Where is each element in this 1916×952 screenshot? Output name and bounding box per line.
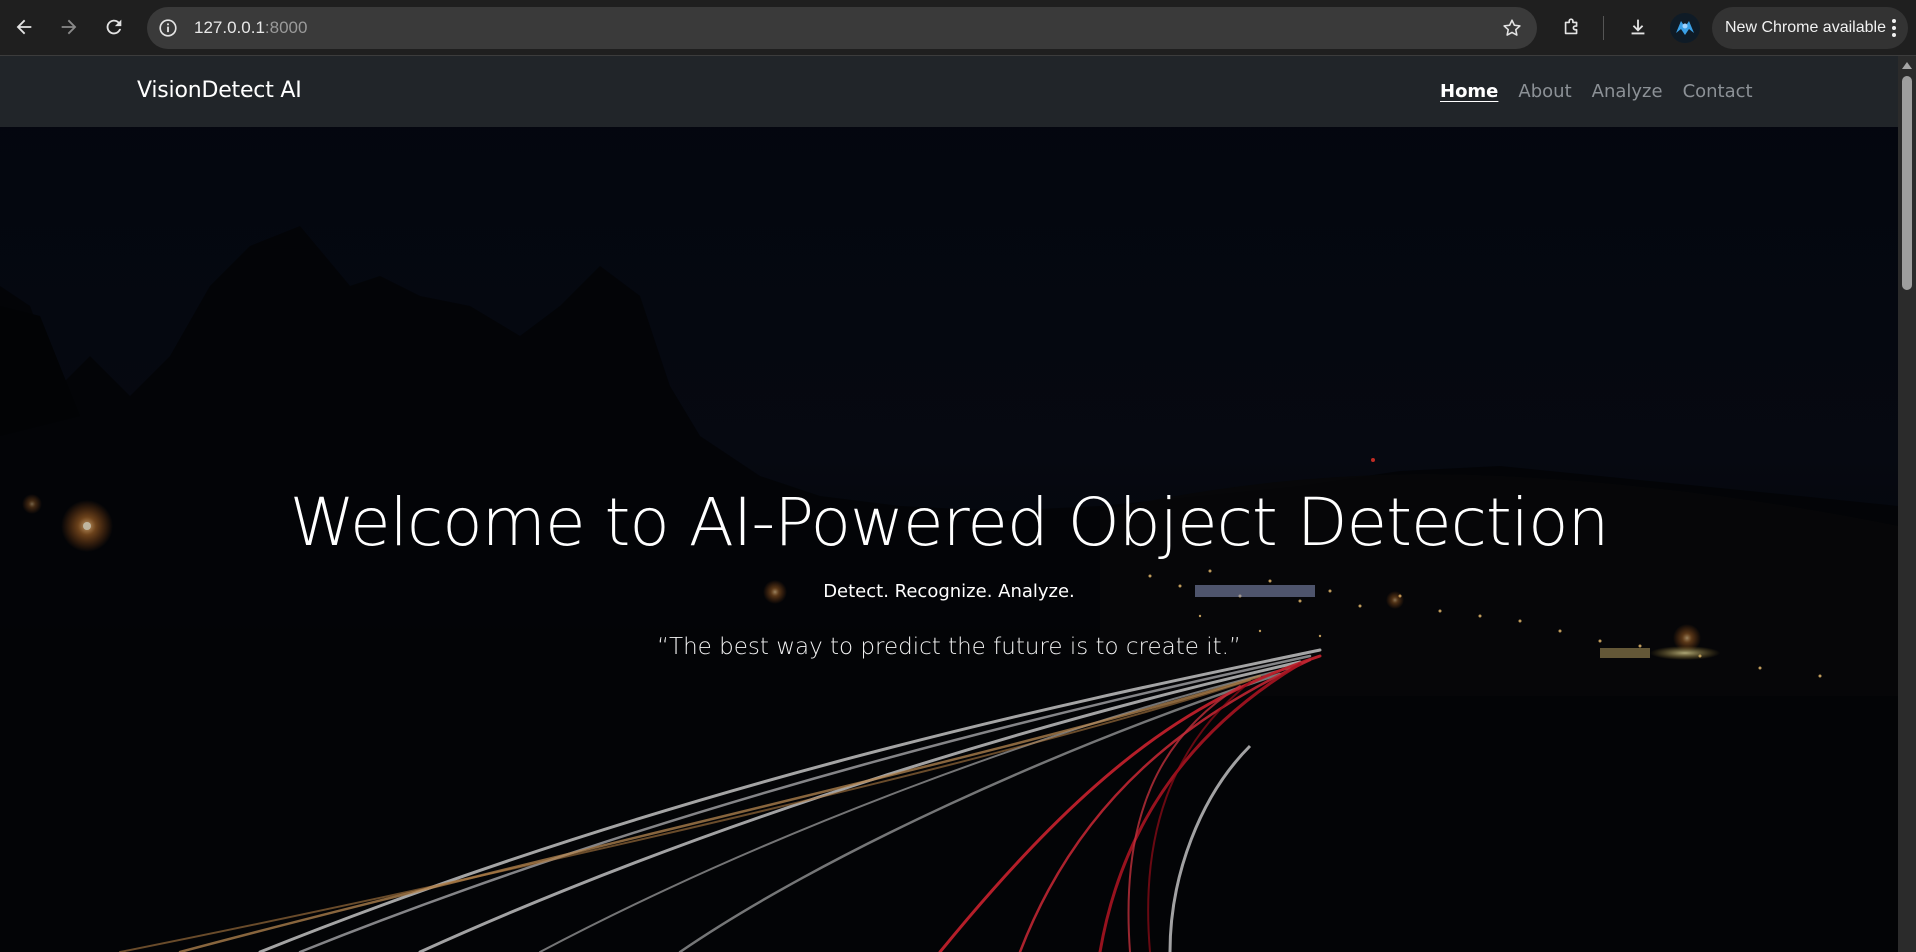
url-text[interactable]: 127.0.0.1:8000 <box>194 17 307 39</box>
nav-link-contact[interactable]: Contact <box>1683 81 1753 105</box>
chrome-update-label: New Chrome available <box>1725 19 1886 36</box>
top-navbar: VisionDetect AI Home About Analyze Conta… <box>0 56 1898 127</box>
page-scrollbar[interactable] <box>1898 56 1916 952</box>
scrollbar-thumb[interactable] <box>1902 76 1912 290</box>
address-bar[interactable]: 127.0.0.1:8000 <box>147 7 1537 49</box>
hero-quote: “The best way to predict the future is t… <box>657 634 1241 660</box>
back-arrow-icon <box>16 19 32 35</box>
downloads-button[interactable] <box>1623 12 1653 42</box>
reload-button[interactable] <box>99 12 129 42</box>
nav-link-about[interactable]: About <box>1518 81 1571 105</box>
toolbar-divider <box>1603 16 1604 40</box>
back-button[interactable] <box>9 12 39 42</box>
chrome-update-button[interactable]: New Chrome available <box>1712 7 1908 49</box>
url-host: 127.0.0.1 <box>194 18 265 37</box>
hero-title: Welcome to AI-Powered Object Detection <box>289 484 1610 561</box>
avatar[interactable] <box>1670 13 1700 43</box>
forward-arrow-icon <box>61 19 77 35</box>
nav-links: Home About Analyze Contact <box>1440 81 1753 105</box>
profile-avatar-image <box>1670 13 1700 43</box>
extensions-button[interactable] <box>1557 12 1587 42</box>
forward-button[interactable] <box>54 12 84 42</box>
puzzle-icon <box>1564 18 1578 35</box>
scroll-up-arrow-icon[interactable] <box>1902 62 1912 69</box>
kebab-menu-icon[interactable] <box>1888 17 1900 39</box>
star-icon[interactable] <box>1501 17 1523 39</box>
info-icon[interactable] <box>157 17 179 39</box>
nav-link-home[interactable]: Home <box>1440 81 1498 105</box>
browser-toolbar: 127.0.0.1:8000 New Chrome available <box>0 0 1916 56</box>
download-icon <box>1631 19 1645 35</box>
nav-link-analyze[interactable]: Analyze <box>1592 81 1663 105</box>
reload-icon <box>106 19 122 35</box>
page-viewport: VisionDetect AI Home About Analyze Conta… <box>0 56 1898 952</box>
brand-logo-text[interactable]: VisionDetect AI <box>137 78 302 104</box>
hero-tagline: Detect. Recognize. Analyze. <box>823 581 1075 602</box>
url-port: :8000 <box>264 18 308 37</box>
